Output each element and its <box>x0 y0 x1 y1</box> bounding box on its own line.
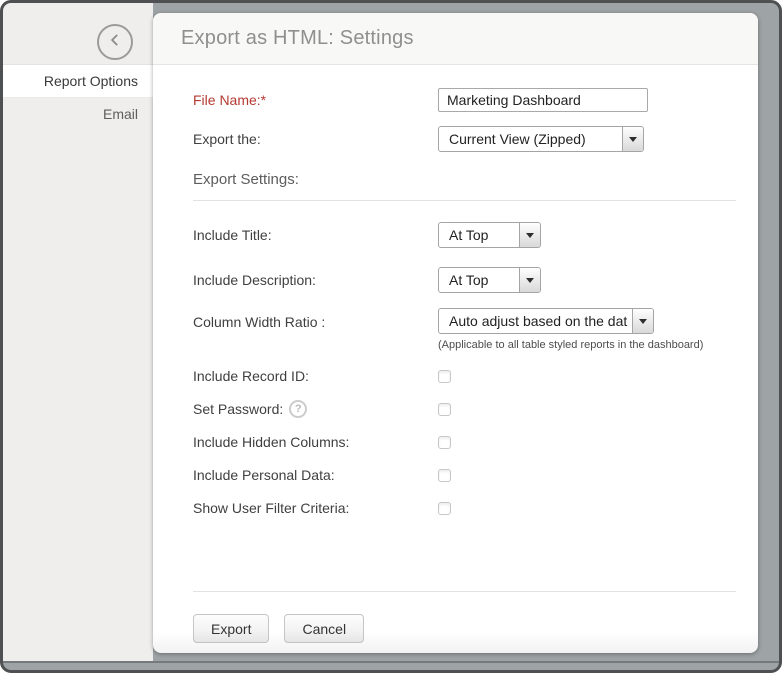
export-settings-section-title: Export Settings: <box>193 171 299 188</box>
panel-header: Export as HTML: Settings <box>153 13 758 65</box>
file-name-label: File Name:* <box>193 92 267 108</box>
include-hidden-columns-checkbox[interactable] <box>438 435 451 449</box>
export-the-row: Export the: Current View (Zipped) <box>153 126 758 152</box>
panel-footer: Export Cancel <box>193 614 365 643</box>
export-the-label: Export the: <box>193 131 261 147</box>
column-width-ratio-control: Auto adjust based on the dat (Applicable… <box>438 308 703 351</box>
dropdown-arrow-icon <box>632 309 653 333</box>
export-the-select[interactable]: Current View (Zipped) <box>438 126 644 152</box>
include-description-label: Include Description: <box>193 272 316 288</box>
column-width-ratio-row: Column Width Ratio : Auto adjust based o… <box>153 308 758 351</box>
include-personal-data-row: Include Personal Data: <box>153 467 758 483</box>
include-personal-data-checkbox[interactable] <box>438 468 451 482</box>
show-user-filter-criteria-label: Show User Filter Criteria: <box>193 500 350 516</box>
include-record-id-row: Include Record ID: <box>153 368 758 384</box>
page-title: Export as HTML: Settings <box>181 27 414 49</box>
export-settings-panel: Export as HTML: Settings File Name:* Exp… <box>153 13 758 653</box>
include-description-select[interactable]: At Top <box>438 267 541 293</box>
file-name-row: File Name:* <box>153 88 758 112</box>
include-title-row: Include Title: At Top <box>153 222 758 248</box>
panel-body: File Name:* Export the: Current View (Zi… <box>153 65 758 516</box>
column-width-ratio-value: Auto adjust based on the dat <box>449 313 628 329</box>
sidebar: Report Options Email <box>3 3 153 661</box>
set-password-label: Set Password: <box>193 401 284 417</box>
footer-divider <box>193 591 736 592</box>
back-button[interactable] <box>97 24 133 60</box>
sidebar-top <box>3 3 153 65</box>
include-title-label: Include Title: <box>193 227 272 243</box>
dropdown-arrow-icon <box>519 223 540 247</box>
include-title-select[interactable]: At Top <box>438 222 541 248</box>
dropdown-arrow-icon <box>519 268 540 292</box>
dropdown-arrow-icon <box>622 127 643 151</box>
sidebar-item-email[interactable]: Email <box>3 98 153 131</box>
export-button[interactable]: Export <box>193 614 270 643</box>
include-record-id-label: Include Record ID: <box>193 368 309 384</box>
file-name-input[interactable] <box>438 88 648 112</box>
show-user-filter-criteria-checkbox[interactable] <box>438 501 451 515</box>
sidebar-item-report-options[interactable]: Report Options <box>3 65 153 98</box>
include-description-value: At Top <box>449 272 489 288</box>
set-password-row: Set Password: ? <box>153 400 758 418</box>
column-width-ratio-select[interactable]: Auto adjust based on the dat <box>438 308 654 334</box>
window-bottom-divider <box>3 661 779 663</box>
show-user-filter-criteria-row: Show User Filter Criteria: <box>153 500 758 516</box>
chevron-left-icon <box>105 30 125 55</box>
include-description-row: Include Description: At Top <box>153 267 758 293</box>
section-divider <box>193 200 736 201</box>
cancel-button[interactable]: Cancel <box>284 614 365 643</box>
help-icon[interactable]: ? <box>289 400 308 418</box>
column-width-ratio-label: Column Width Ratio : <box>193 314 326 330</box>
include-title-value: At Top <box>449 227 489 243</box>
include-hidden-columns-label: Include Hidden Columns: <box>193 434 350 450</box>
include-hidden-columns-row: Include Hidden Columns: <box>153 434 758 450</box>
include-personal-data-label: Include Personal Data: <box>193 467 335 483</box>
set-password-label-wrap: Set Password: ? <box>193 400 438 418</box>
include-record-id-checkbox[interactable] <box>438 369 451 383</box>
export-the-value: Current View (Zipped) <box>449 131 586 147</box>
export-settings-window: Report Options Email Export as HTML: Set… <box>0 0 782 673</box>
set-password-checkbox[interactable] <box>438 402 451 416</box>
column-width-ratio-note: (Applicable to all table styled reports … <box>438 339 704 351</box>
